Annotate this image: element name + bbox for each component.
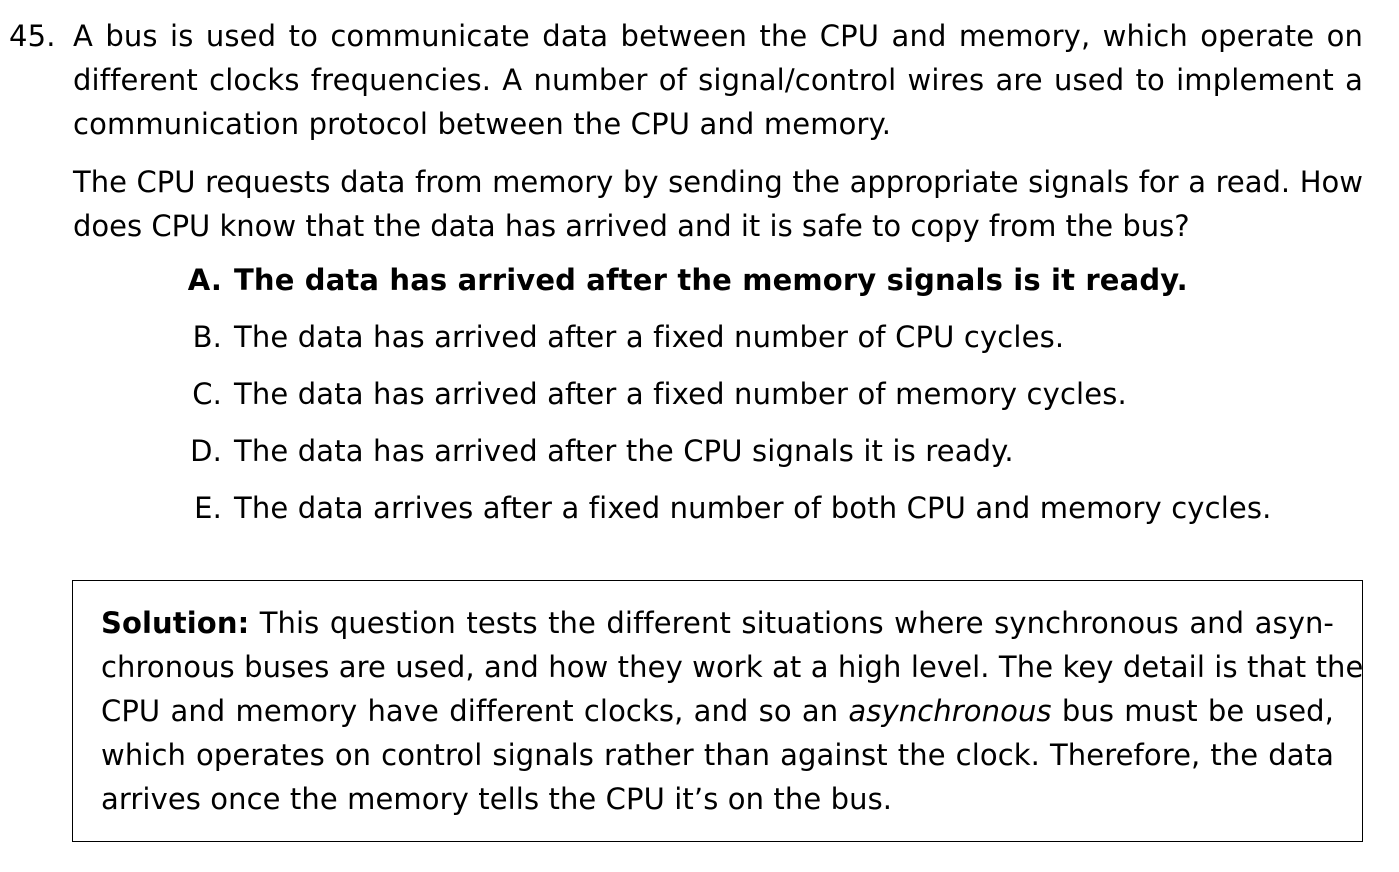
choice-text: The data has arrived after a fixed numbe… — [234, 320, 1065, 354]
stem-line: different clocks frequencies. A number o… — [73, 63, 1363, 97]
question-stem: A bus is used to communicate data betwee… — [73, 14, 1363, 146]
answer-choices: A. The data has arrived after the memory… — [160, 258, 1360, 543]
choice-text: The data has arrived after the memory si… — [234, 263, 1188, 297]
choice-text: The data has arrived after the CPU signa… — [234, 434, 1014, 468]
prompt-line: does CPU know that the data has arrived … — [73, 209, 1190, 243]
question-prompt: The CPU requests data from memory by sen… — [73, 160, 1363, 248]
choice-letter: E. — [194, 491, 222, 525]
choice-text: The data arrives after a fixed number of… — [234, 491, 1272, 525]
solution-line: Solution: This question tests the differ… — [101, 601, 1334, 645]
stem-line: communication protocol between the CPU a… — [73, 107, 892, 141]
solution-line: arrives once the memory tells the CPU it… — [101, 782, 893, 816]
solution-text: Solution: This question tests the differ… — [101, 601, 1364, 821]
question-number: 45. — [9, 19, 56, 53]
solution-line-text: This question tests the different situat… — [259, 606, 1334, 640]
choice-text: The data has arrived after a fixed numbe… — [234, 377, 1127, 411]
choice-b: B. The data has arrived after a fixed nu… — [160, 315, 1360, 372]
solution-line: chronous buses are used, and how they wo… — [101, 650, 1364, 684]
solution-line-text: bus must be used, — [1051, 694, 1334, 728]
solution-line-text: CPU and memory have different clocks, an… — [101, 694, 849, 728]
choice-letter: C. — [192, 377, 222, 411]
choice-e: E. The data arrives after a fixed number… — [160, 486, 1360, 543]
choice-letter: B. — [192, 320, 222, 354]
stem-line: A bus is used to communicate data betwee… — [73, 19, 1363, 53]
solution-emphasis: asynchronous — [848, 694, 1052, 728]
solution-label: Solution: — [101, 606, 250, 640]
choice-a: A. The data has arrived after the memory… — [160, 258, 1360, 315]
choice-d: D. The data has arrived after the CPU si… — [160, 429, 1360, 486]
solution-line: which operates on control signals rather… — [101, 738, 1334, 772]
choice-letter: D. — [190, 434, 222, 468]
choice-c: C. The data has arrived after a fixed nu… — [160, 372, 1360, 429]
choice-letter: A. — [187, 263, 222, 297]
solution-box: Solution: This question tests the differ… — [72, 580, 1363, 842]
solution-line: CPU and memory have different clocks, an… — [101, 689, 1334, 733]
prompt-line: The CPU requests data from memory by sen… — [73, 165, 1363, 199]
